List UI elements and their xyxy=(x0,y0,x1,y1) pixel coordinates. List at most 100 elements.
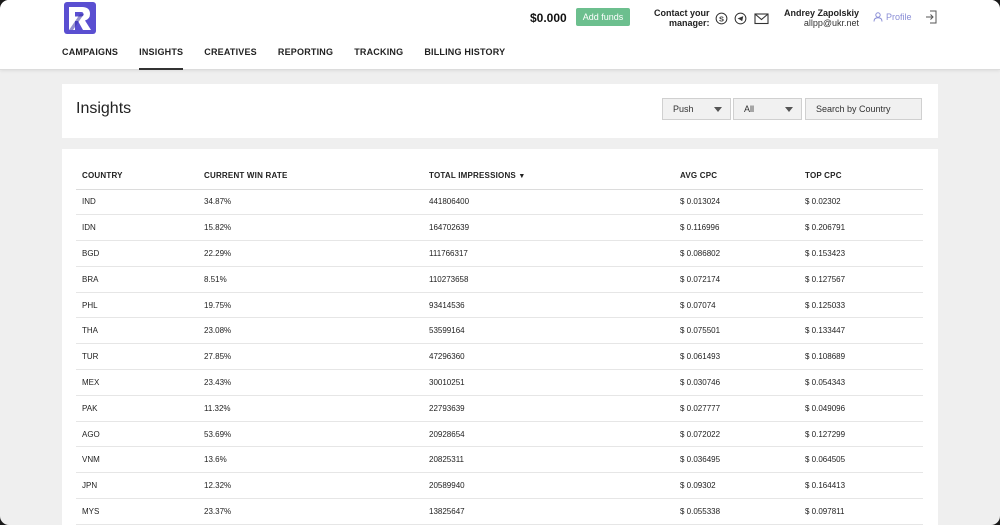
table-row: JPN 12.32% 20589940 $ 0.09302 $ 0.164413 xyxy=(76,472,923,500)
country-search-input[interactable] xyxy=(805,98,922,120)
cell-country: IDN xyxy=(76,214,198,242)
cell-impressions: 20928654 xyxy=(423,421,674,448)
cell-impressions: 20589940 xyxy=(423,472,674,500)
top-header: $0.000 Add funds Contact your manager: S… xyxy=(0,0,1000,70)
cell-country: AGO xyxy=(76,421,198,448)
cell-impressions: 111766317 xyxy=(423,240,674,267)
cell-win-rate: 34.87% xyxy=(198,189,423,216)
cell-country: VNM xyxy=(76,446,198,474)
cell-win-rate: 13.6% xyxy=(198,446,423,474)
cell-top-cpc: $ 0.054343 xyxy=(799,369,923,396)
traffic-type-select[interactable]: Push xyxy=(662,98,731,120)
table-row: MYS 23.37% 13825647 $ 0.055338 $ 0.097811 xyxy=(76,498,923,525)
cell-country: IND xyxy=(76,189,198,216)
filter-all-select[interactable]: All xyxy=(733,98,802,120)
account-balance: $0.000 xyxy=(530,11,567,25)
cell-impressions: 30010251 xyxy=(423,369,674,396)
nav-campaigns[interactable]: CAMPAIGNS xyxy=(62,47,118,70)
mail-icon[interactable] xyxy=(754,12,769,25)
cell-avg-cpc: $ 0.061493 xyxy=(674,343,799,371)
cell-top-cpc: $ 0.02302 xyxy=(799,189,923,216)
cell-country: THA xyxy=(76,317,198,345)
cell-avg-cpc: $ 0.075501 xyxy=(674,317,799,345)
cell-country: MYS xyxy=(76,498,198,525)
nav-creatives[interactable]: CREATIVES xyxy=(204,47,257,70)
table-body: IND 34.87% 441806400 $ 0.013024 $ 0.02302 IDN… xyxy=(76,189,923,525)
main-nav: CAMPAIGNS INSIGHTS CREATIVES REPORTING T… xyxy=(62,47,526,70)
cell-win-rate: 53.69% xyxy=(198,421,423,448)
chevron-down-icon xyxy=(714,107,722,112)
cell-country: PAK xyxy=(76,395,198,422)
svg-text:S: S xyxy=(719,14,724,23)
column-header-country[interactable]: COUNTRY xyxy=(76,163,198,190)
cell-win-rate: 8.51% xyxy=(198,266,423,293)
logout-icon[interactable] xyxy=(925,10,937,24)
cell-win-rate: 23.08% xyxy=(198,317,423,345)
nav-reporting[interactable]: REPORTING xyxy=(278,47,333,70)
table-row: MEX 23.43% 30010251 $ 0.030746 $ 0.054343 xyxy=(76,369,923,396)
cell-win-rate: 23.37% xyxy=(198,498,423,525)
table-row: PHL 19.75% 93414536 $ 0.07074 $ 0.125033 xyxy=(76,292,923,319)
add-funds-button[interactable]: Add funds xyxy=(576,8,630,26)
table-row: BGD 22.29% 111766317 $ 0.086802 $ 0.153423 xyxy=(76,240,923,267)
cell-country: MEX xyxy=(76,369,198,396)
cell-impressions: 13825647 xyxy=(423,498,674,525)
telegram-icon[interactable] xyxy=(734,12,747,25)
cell-impressions: 110273658 xyxy=(423,266,674,293)
contact-manager-label: Contact your manager: xyxy=(654,8,710,28)
table-row: THA 23.08% 53599164 $ 0.075501 $ 0.133447 xyxy=(76,317,923,345)
user-name: Andrey Zapolskiy xyxy=(783,8,859,18)
user-email: allpp@ukr.net xyxy=(803,18,859,28)
logo-icon[interactable] xyxy=(64,2,96,34)
cell-win-rate: 12.32% xyxy=(198,472,423,500)
cell-impressions: 53599164 xyxy=(423,317,674,345)
profile-link[interactable]: Profile xyxy=(873,12,912,22)
cell-country: BGD xyxy=(76,240,198,267)
cell-avg-cpc: $ 0.036495 xyxy=(674,446,799,474)
cell-avg-cpc: $ 0.072174 xyxy=(674,266,799,293)
cell-avg-cpc: $ 0.072022 xyxy=(674,421,799,448)
cell-country: TUR xyxy=(76,343,198,371)
cell-avg-cpc: $ 0.055338 xyxy=(674,498,799,525)
table-row: BRA 8.51% 110273658 $ 0.072174 $ 0.127567 xyxy=(76,266,923,293)
cell-avg-cpc: $ 0.07074 xyxy=(674,292,799,319)
table-row: IDN 15.82% 164702639 $ 0.116996 $ 0.206791 xyxy=(76,214,923,242)
cell-win-rate: 27.85% xyxy=(198,343,423,371)
table-row: IND 34.87% 441806400 $ 0.013024 $ 0.02302 xyxy=(76,189,923,216)
cell-win-rate: 11.32% xyxy=(198,395,423,422)
sort-desc-icon: ▼ xyxy=(518,173,526,181)
column-header-win-rate[interactable]: CURRENT WIN RATE xyxy=(198,163,423,190)
table-row: AGO 53.69% 20928654 $ 0.072022 $ 0.127299 xyxy=(76,421,923,448)
user-info: Andrey Zapolskiy allpp@ukr.net xyxy=(770,8,859,28)
cell-top-cpc: $ 0.125033 xyxy=(799,292,923,319)
cell-impressions: 20825311 xyxy=(423,446,674,474)
cell-country: PHL xyxy=(76,292,198,319)
insights-toolbar-card: Insights Push All xyxy=(62,84,938,138)
nav-tracking[interactable]: TRACKING xyxy=(354,47,403,70)
cell-top-cpc: $ 0.064505 xyxy=(799,446,923,474)
cell-impressions: 93414536 xyxy=(423,292,674,319)
cell-top-cpc: $ 0.127299 xyxy=(799,421,923,448)
nav-insights[interactable]: INSIGHTS xyxy=(139,47,184,70)
cell-avg-cpc: $ 0.116996 xyxy=(674,214,799,242)
column-header-avg-cpc[interactable]: AVG CPC xyxy=(674,163,799,190)
cell-impressions: 47296360 xyxy=(423,343,674,371)
cell-impressions: 164702639 xyxy=(423,214,674,242)
table-header-row: COUNTRY CURRENT WIN RATE TOTAL IMPRESSIO… xyxy=(76,163,923,190)
chevron-down-icon xyxy=(785,107,793,112)
cell-avg-cpc: $ 0.030746 xyxy=(674,369,799,396)
cell-country: BRA xyxy=(76,266,198,293)
table-row: PAK 11.32% 22793639 $ 0.027777 $ 0.049096 xyxy=(76,395,923,422)
skype-icon[interactable]: S xyxy=(715,12,728,25)
cell-win-rate: 22.29% xyxy=(198,240,423,267)
cell-win-rate: 15.82% xyxy=(198,214,423,242)
cell-impressions: 22793639 xyxy=(423,395,674,422)
column-header-top-cpc[interactable]: TOP CPC xyxy=(799,163,923,190)
nav-billing-history[interactable]: BILLING HISTORY xyxy=(424,47,505,70)
cell-top-cpc: $ 0.206791 xyxy=(799,214,923,242)
contact-line-1: Contact your xyxy=(654,8,710,18)
cell-top-cpc: $ 0.108689 xyxy=(799,343,923,371)
cell-avg-cpc: $ 0.086802 xyxy=(674,240,799,267)
insights-table: COUNTRY CURRENT WIN RATE TOTAL IMPRESSIO… xyxy=(76,163,923,525)
column-header-impressions[interactable]: TOTAL IMPRESSIONS ▼ xyxy=(423,163,674,190)
